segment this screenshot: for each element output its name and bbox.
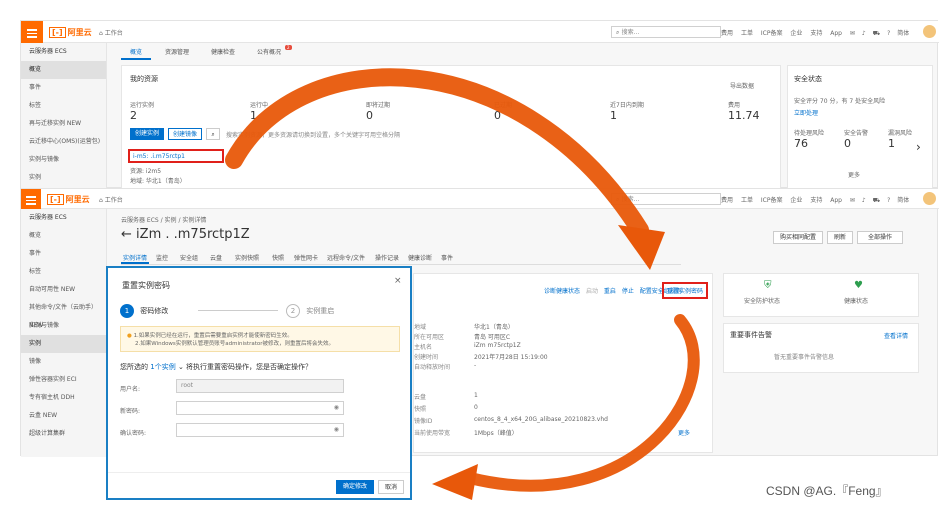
arrow-to-detail — [225, 68, 649, 239]
arrow-to-modal — [464, 314, 700, 492]
arrow-head-2 — [432, 464, 478, 500]
arrow-head-1 — [618, 225, 665, 270]
watermark: CSDN @AG.『Feng』 — [766, 484, 888, 498]
flow-arrows — [225, 68, 700, 500]
